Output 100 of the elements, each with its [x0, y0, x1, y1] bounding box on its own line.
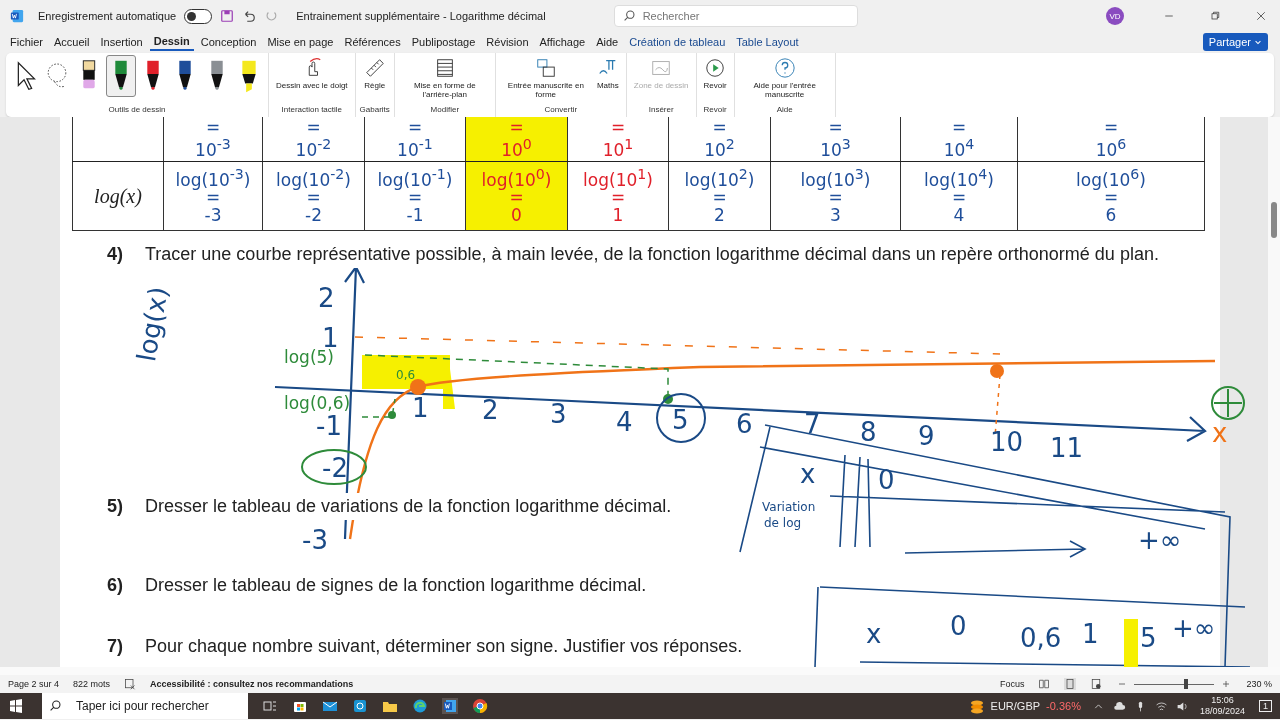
menu-tab[interactable]: Table Layout — [732, 34, 803, 50]
curve-point — [990, 364, 1004, 378]
group-label: Aide — [776, 105, 793, 116]
close-icon[interactable] — [1255, 10, 1267, 22]
table-cell: = 10$^{0}$ — [465, 117, 567, 161]
plus-sign-icon — [1211, 386, 1245, 420]
zoom-slider-thumb[interactable] — [1184, 678, 1189, 689]
undo-icon[interactable] — [242, 9, 257, 23]
highlight-mark — [1124, 619, 1138, 667]
menu-tab[interactable]: Aide — [592, 34, 623, 50]
table-label: x — [800, 459, 816, 489]
clock-date[interactable]: 18/09/2024 — [1199, 706, 1245, 717]
menu-tab[interactable]: Fichier — [6, 34, 47, 50]
page-count[interactable]: Page 2 sur 4 — [8, 679, 60, 689]
table-label: de log — [764, 516, 802, 530]
app-icon[interactable] — [352, 698, 368, 714]
axis-label: 6 — [736, 409, 753, 439]
autosave-toggle[interactable] — [184, 8, 213, 24]
axis-label: 11 — [1050, 433, 1084, 463]
table-label: x — [866, 619, 882, 649]
axis-label: 1 — [412, 393, 429, 423]
accessibility-status[interactable]: Accessibilité : consultez nos recommandations — [150, 679, 354, 689]
print-layout-icon[interactable] — [1064, 678, 1077, 690]
background-button[interactable]: Mise en forme de l'arrière-plan — [398, 55, 491, 101]
table-cell: log(10$^{4}$) = 4 — [900, 162, 1017, 230]
menu-tab[interactable]: Dessin — [149, 33, 194, 51]
table-label: 5 — [1140, 623, 1157, 653]
point-label: 0,6 — [396, 368, 416, 382]
menu-tab[interactable]: Conception — [196, 34, 261, 50]
zoom-level[interactable]: 230 % — [1246, 679, 1272, 689]
web-layout-icon[interactable] — [1090, 678, 1103, 690]
replay-button[interactable]: Revoir — [700, 55, 730, 92]
axis-label: 9 — [918, 421, 935, 451]
notification-badge[interactable]: 1 — [1259, 700, 1272, 712]
save-icon[interactable] — [220, 9, 235, 23]
search-field[interactable]: Rechercher — [613, 5, 858, 27]
clock-time[interactable]: 15:06 — [1211, 695, 1234, 706]
pen-tool[interactable] — [106, 55, 136, 97]
axis-label: 2 — [482, 395, 499, 425]
circle-mark — [301, 449, 367, 485]
menu-tab[interactable]: Publipostage — [407, 34, 480, 50]
function-label: log(x) — [131, 284, 174, 364]
table-cell: log(x) — [72, 162, 163, 230]
cloud-icon[interactable] — [1112, 699, 1126, 713]
finger-button[interactable]: Dessin avec le doigt — [273, 55, 351, 92]
document-title[interactable]: Entrainement supplémentaire - Logarithme décimal — [296, 10, 546, 22]
share-button[interactable]: Partager — [1202, 33, 1268, 51]
curve-point — [388, 411, 396, 419]
horizontal-scrollbar[interactable] — [0, 667, 1280, 675]
table-cell: log(10$^{6}$) = 6 — [1017, 162, 1205, 230]
table-cell: log(10$^{0}$) = 0 — [465, 162, 567, 230]
axis-label: 5 — [672, 405, 689, 435]
focus-button[interactable]: Focus — [999, 679, 1025, 689]
table-cell: = 10$^{-3}$ — [163, 117, 262, 161]
menu-tab[interactable]: Accueil — [50, 34, 94, 50]
ticker-change[interactable]: -0.36% — [1046, 700, 1081, 712]
proofing-icon[interactable] — [124, 678, 137, 690]
windows-start-icon[interactable] — [8, 698, 24, 714]
table-cell: log(10$^{3}$) = 3 — [770, 162, 900, 230]
menu-tab[interactable]: Insertion — [96, 34, 147, 50]
shape-button[interactable]: Entrée manuscrite en forme — [499, 55, 592, 101]
wifi-icon[interactable] — [1154, 699, 1168, 713]
menu-tab[interactable]: Affichage — [535, 34, 590, 50]
read-mode-icon[interactable] — [1038, 678, 1051, 690]
help-button[interactable]: Aide pour l'entrée manuscrite — [738, 55, 831, 101]
task-view-icon[interactable] — [262, 698, 278, 714]
taskbar-search-field[interactable]: Taper ici pour rechercher — [42, 693, 248, 719]
scrollbar[interactable] — [1268, 117, 1280, 667]
ruler-icon — [363, 57, 386, 79]
table-label: 0 — [878, 465, 895, 495]
user-avatar[interactable]: VD — [1106, 7, 1124, 25]
coins-icon[interactable] — [968, 698, 985, 714]
math-button[interactable]: Maths — [593, 55, 622, 92]
axis-label: 2 — [318, 283, 335, 313]
menu-tab[interactable]: Mise en page — [263, 34, 338, 50]
point-label: log(0,6) — [284, 393, 351, 413]
group-label: Insérer — [648, 105, 674, 116]
restore-icon[interactable] — [1209, 10, 1221, 22]
axis-label: x — [1212, 418, 1228, 448]
question-number: 6) — [107, 574, 124, 597]
search-icon — [622, 9, 636, 22]
menu-tab[interactable]: Références — [340, 34, 405, 50]
menu-tab[interactable]: Révision — [482, 34, 533, 50]
table-label: 0 — [950, 611, 967, 641]
axis-label: 4 — [616, 407, 633, 437]
word-count[interactable]: 822 mots — [73, 679, 111, 689]
chevron-down-icon — [1254, 38, 1262, 46]
ruler-button[interactable]: Règle — [360, 55, 389, 92]
group-label: Convertir — [544, 105, 578, 116]
word-app-icon[interactable] — [442, 698, 458, 714]
menu-tab[interactable]: Création de tableau — [625, 34, 730, 50]
table-cell: log(10$^{-2}$) = -2 — [262, 162, 364, 230]
edge-icon[interactable] — [412, 698, 428, 714]
axis-label: 8 — [860, 417, 877, 447]
table-cell: = 10$^{6}$ — [1017, 117, 1205, 161]
group-label: Outils de dessin — [108, 105, 166, 116]
ticker-label[interactable]: EUR/GBP — [990, 700, 1041, 712]
curve-point — [663, 394, 673, 404]
chrome-icon[interactable] — [472, 698, 488, 714]
table-label: 0,6 — [1020, 623, 1062, 653]
